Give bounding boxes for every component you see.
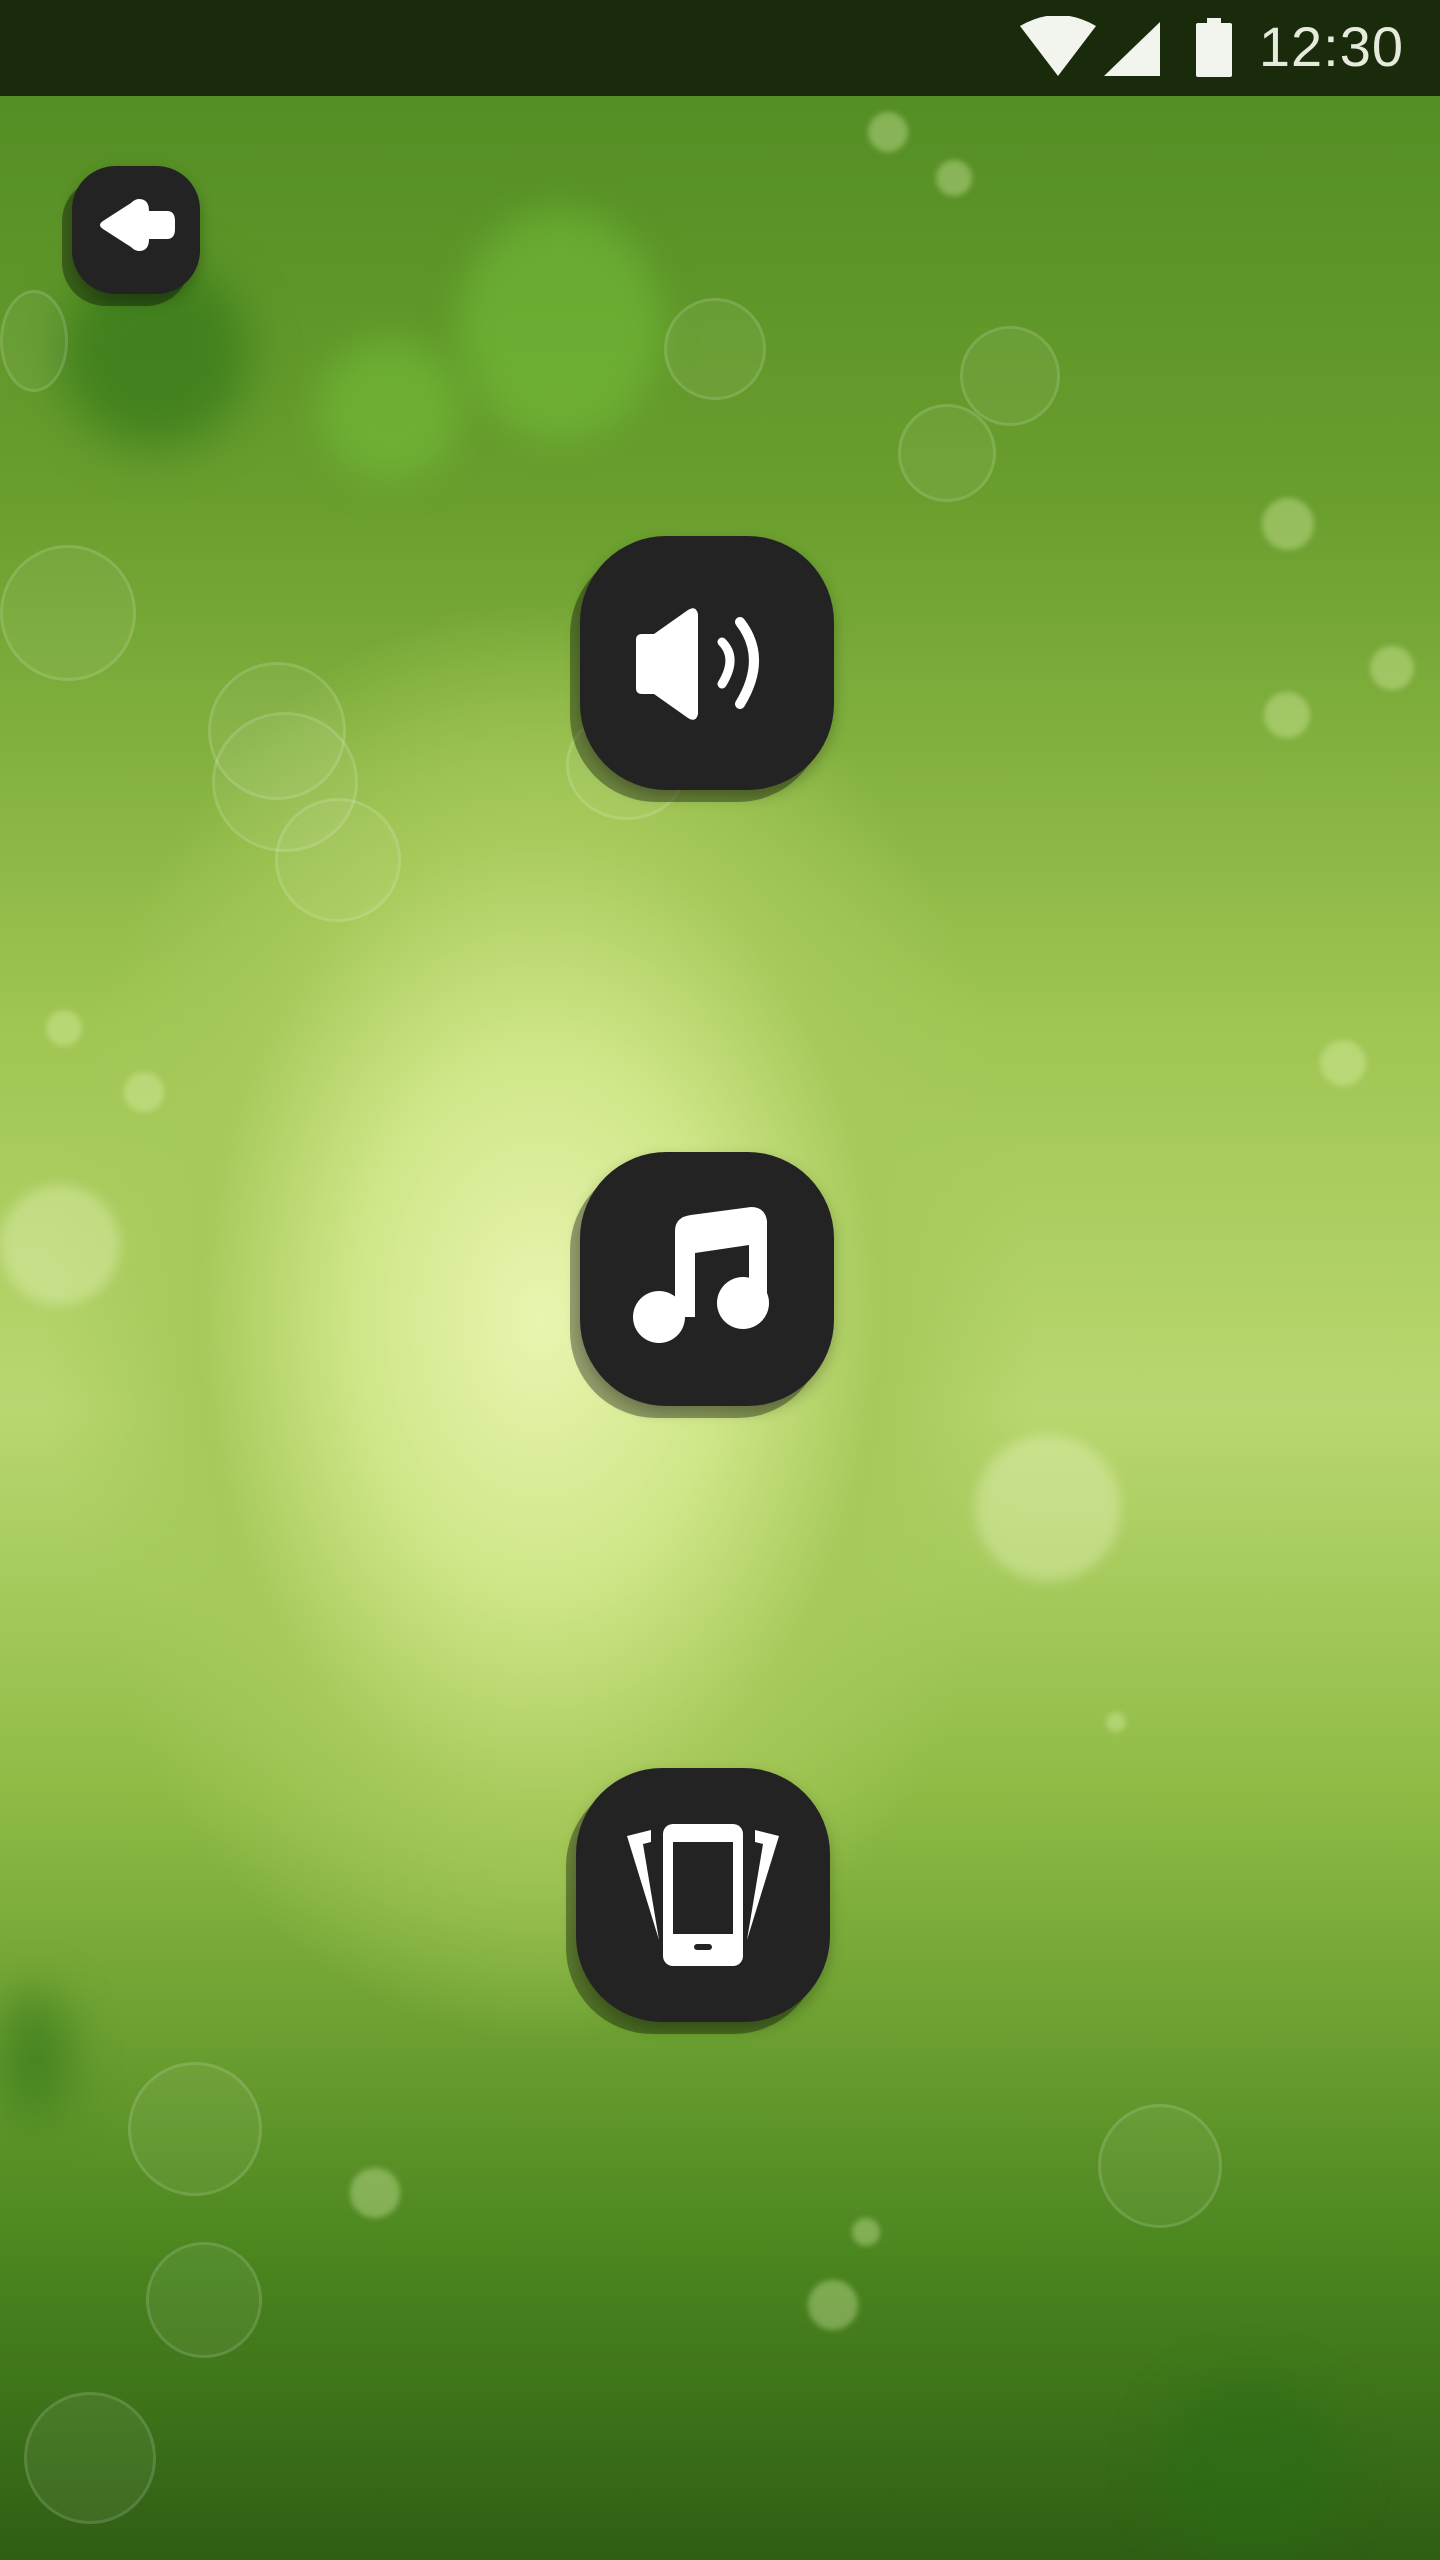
app-screen: 12:30 — [0, 0, 1440, 2560]
back-arrow-icon — [91, 195, 181, 265]
status-bar: 12:30 — [0, 0, 1440, 96]
sound-button[interactable] — [580, 536, 834, 790]
speaker-sound-icon — [622, 598, 792, 728]
vibrate-phone-icon — [623, 1820, 783, 1970]
cellular-signal-icon — [1102, 20, 1162, 83]
clock-time: 12:30 — [1258, 15, 1404, 78]
music-button[interactable] — [580, 1152, 834, 1406]
music-note-icon — [627, 1199, 787, 1359]
vibrate-button[interactable] — [576, 1768, 830, 2022]
battery-icon — [1194, 18, 1234, 83]
wifi-icon — [1018, 15, 1098, 83]
back-button[interactable] — [72, 166, 200, 294]
